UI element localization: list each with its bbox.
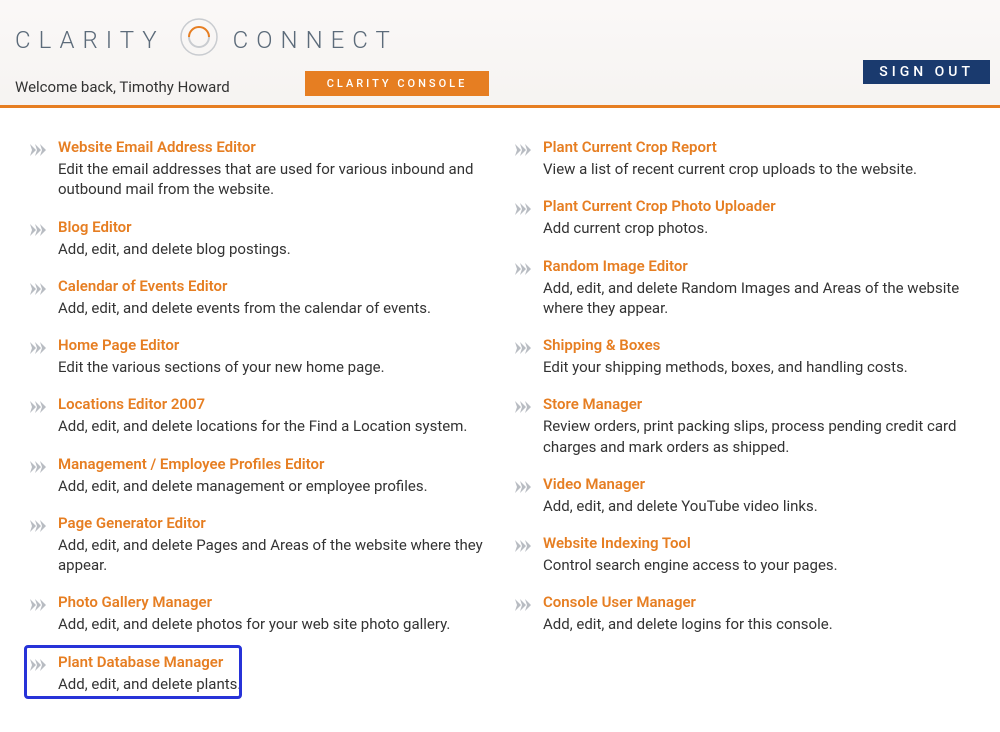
menu-item-title[interactable]: Home Page Editor [58,336,485,354]
chevrons-icon [515,200,531,219]
menu-item-title[interactable]: Page Generator Editor [58,514,485,532]
chevrons-icon [515,398,531,417]
menu-item-desc: Add, edit, and delete management or empl… [58,476,485,496]
menu-item-title[interactable]: Plant Current Crop Photo Uploader [543,197,970,215]
menu-item: Console User Manager Add, edit, and delet… [515,593,970,634]
menu-item-title[interactable]: Photo Gallery Manager [58,593,485,611]
menu-item-title[interactable]: Website Email Address Editor [58,138,485,156]
menu-item-title[interactable]: Website Indexing Tool [543,534,970,552]
menu-item-desc: Control search engine access to your pag… [543,555,970,575]
menu-item-desc: Add, edit, and delete logins for this co… [543,614,970,634]
menu-item-title[interactable]: Store Manager [543,395,970,413]
menu-item: Plant Current Crop Report View a list of … [515,138,970,179]
chevrons-icon [30,280,46,299]
menu-item: Shipping & Boxes Edit your shipping metho… [515,336,970,377]
menu-item-title[interactable]: Locations Editor 2007 [58,395,485,413]
menu-item-desc: Add, edit, and delete Random Images and … [543,278,970,319]
menu-item-title[interactable]: Management / Employee Profiles Editor [58,455,485,473]
left-column: Website Email Address Editor Edit the ema… [15,138,500,712]
menu-item: Video Manager Add, edit, and delete YouTu… [515,475,970,516]
chevrons-icon [515,339,531,358]
menu-item-desc: Add current crop photos. [543,218,970,238]
chevrons-icon [30,458,46,477]
menu-item: Home Page Editor Edit the various section… [30,336,485,377]
menu-item-desc: Review orders, print packing slips, proc… [543,416,970,457]
menu-item: Random Image Editor Add, edit, and delete… [515,257,970,319]
menu-item-title[interactable]: Shipping & Boxes [543,336,970,354]
menu-item-desc: Edit your shipping methods, boxes, and h… [543,357,970,377]
menu-item: Locations Editor 2007 Add, edit, and dele… [30,395,485,436]
chevrons-icon [515,141,531,160]
sign-out-button[interactable]: SIGN OUT [863,60,990,84]
menu-item-desc: Add, edit, and delete YouTube video link… [543,496,970,516]
content-area: Website Email Address Editor Edit the ema… [0,108,1000,732]
menu-item: Blog Editor Add, edit, and delete blog po… [30,218,485,259]
menu-item-desc: Add, edit, and delete blog postings. [58,239,485,259]
menu-item-desc: Add, edit, and delete locations for the … [58,416,485,436]
menu-item-desc: Add, edit, and delete Pages and Areas of… [58,535,485,576]
logo-swirl-icon [177,15,221,65]
menu-item-title[interactable]: Random Image Editor [543,257,970,275]
menu-item-title[interactable]: Plant Current Crop Report [543,138,970,156]
chevrons-icon [30,517,46,536]
chevrons-icon [30,339,46,358]
menu-item-title[interactable]: Calendar of Events Editor [58,277,485,295]
header: CLARITY CONNECT Welcome back, Timothy Ho… [0,0,1000,108]
welcome-text: Welcome back, Timothy Howard [15,78,230,96]
chevrons-icon [30,398,46,417]
menu-item-desc: Add, edit, and delete events from the ca… [58,298,485,318]
menu-item-title[interactable]: Blog Editor [58,218,485,236]
menu-item: Website Indexing Tool Control search engi… [515,534,970,575]
right-column: Plant Current Crop Report View a list of … [500,138,985,712]
logo-area: CLARITY CONNECT [15,15,985,65]
chevrons-icon [515,478,531,497]
menu-item-desc: View a list of recent current crop uploa… [543,159,970,179]
menu-item-desc: Add, edit, and delete photos for your we… [58,614,485,634]
menu-item: Calendar of Events Editor Add, edit, and … [30,277,485,318]
menu-item: Page Generator Editor Add, edit, and dele… [30,514,485,576]
logo-left: CLARITY [15,26,165,54]
chevrons-icon [515,260,531,279]
logo-right: CONNECT [233,26,398,54]
chevrons-icon [515,537,531,556]
menu-item-title[interactable]: Video Manager [543,475,970,493]
chevrons-icon [30,656,46,675]
menu-item-title[interactable]: Plant Database Manager [58,653,485,671]
chevrons-icon [30,596,46,615]
menu-item-desc: Edit the various sections of your new ho… [58,357,485,377]
chevrons-icon [30,141,46,160]
menu-item: Plant Database Manager Add, edit, and del… [30,653,485,694]
menu-item: Photo Gallery Manager Add, edit, and dele… [30,593,485,634]
chevrons-icon [515,596,531,615]
menu-item-desc: Edit the email addresses that are used f… [58,159,485,200]
menu-item-title[interactable]: Console User Manager [543,593,970,611]
menu-item: Website Email Address Editor Edit the ema… [30,138,485,200]
menu-item-desc: Add, edit, and delete plants. [58,674,485,694]
menu-item: Plant Current Crop Photo Uploader Add cur… [515,197,970,238]
logo: CLARITY CONNECT [15,15,398,65]
chevrons-icon [30,221,46,240]
console-badge: CLARITY CONSOLE [305,71,490,96]
menu-item: Store Manager Review orders, print packin… [515,395,970,457]
menu-item: Management / Employee Profiles Editor Add… [30,455,485,496]
